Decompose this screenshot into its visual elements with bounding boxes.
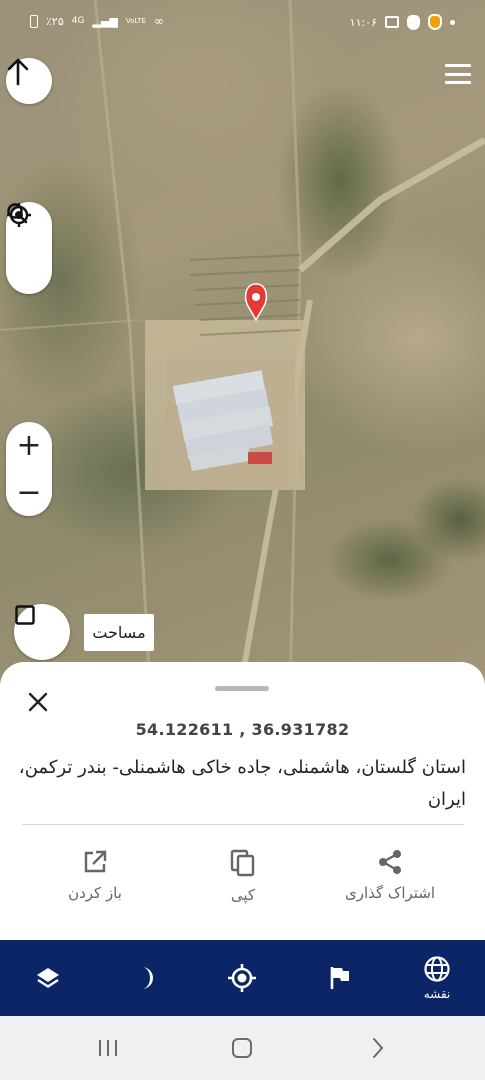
open-external-icon	[84, 850, 107, 873]
search-icon	[7, 203, 28, 224]
area-measure-label[interactable]: مساحت	[84, 614, 154, 651]
nav-flag[interactable]	[310, 940, 370, 1016]
copy-button[interactable]: کپی	[178, 848, 308, 904]
flag-icon	[330, 967, 349, 989]
nav-night-mode[interactable]	[115, 940, 175, 1016]
map-view[interactable]: ٪۲۵ 4G ▂▄▆ VoLTE ∞ ۱۱:۰۶ + − مساحت	[0, 0, 485, 690]
nav-map[interactable]: نقشه	[407, 940, 467, 1016]
satellite-imagery	[0, 0, 485, 690]
share-button[interactable]: اشتراک گذاری	[325, 848, 455, 902]
menu-icon-line	[445, 81, 471, 84]
night-mode-icon	[142, 967, 153, 989]
zoom-controls: + −	[6, 422, 52, 516]
battery-icon	[30, 14, 38, 28]
menu-icon-line	[445, 64, 471, 67]
copy-label: کپی	[230, 886, 256, 904]
status-bar: ٪۲۵ 4G ▂▄▆ VoLTE ∞ ۱۱:۰۶	[0, 0, 485, 44]
open-external-button[interactable]: باز کردن	[30, 848, 160, 902]
zoom-in-button[interactable]: +	[6, 422, 52, 469]
home-icon	[232, 1038, 252, 1058]
bottom-navigation: نقشه	[0, 940, 485, 1016]
nav-my-location[interactable]	[212, 940, 272, 1016]
copy-icon	[230, 849, 255, 877]
search-button[interactable]	[6, 203, 52, 294]
square-icon	[15, 605, 35, 625]
notification-dot-icon	[450, 19, 455, 25]
divider	[22, 824, 464, 825]
gallery-icon	[385, 16, 399, 28]
recent-apps-button[interactable]	[88, 1034, 128, 1062]
address-text: استان گلستان، هاشمنلی، جاده خاکی هاشمنلی…	[18, 757, 466, 810]
back-chevron-icon	[373, 1038, 384, 1058]
network-type: 4G	[71, 16, 85, 26]
nav-map-label: نقشه	[423, 987, 451, 1001]
drag-handle[interactable]	[215, 686, 269, 691]
app-shield-icon	[428, 14, 442, 30]
share-label: اشتراک گذاری	[344, 884, 436, 902]
shield-icon	[407, 14, 420, 30]
north-arrow-icon	[7, 58, 29, 86]
compass-button[interactable]	[6, 58, 52, 104]
layers-icon	[37, 968, 59, 988]
signal-icon: ▂▄▆	[92, 14, 118, 28]
area-measure-button[interactable]	[14, 604, 70, 660]
close-button[interactable]	[24, 688, 52, 716]
globe-icon	[424, 956, 450, 982]
recent-apps-icon	[99, 1040, 117, 1056]
menu-icon-line	[445, 72, 471, 76]
nav-layers[interactable]	[18, 940, 78, 1016]
my-location-icon	[228, 964, 256, 992]
farm-buildings	[172, 370, 274, 472]
location-marker-icon[interactable]	[244, 283, 268, 322]
zoom-out-button[interactable]: −	[6, 469, 52, 516]
locate-search-group	[6, 202, 52, 294]
coordinates-text: 54.122611 , 36.931782	[135, 720, 350, 739]
time: ۱۱:۰۶	[349, 15, 377, 29]
location-details-sheet: 54.122611 , 36.931782 استان گلستان، هاشم…	[0, 662, 485, 940]
close-icon	[28, 692, 48, 712]
open-external-label: باز کردن	[68, 884, 122, 902]
system-navigation-bar	[0, 1016, 485, 1080]
menu-button[interactable]	[445, 64, 471, 84]
home-button[interactable]	[222, 1034, 262, 1062]
volte-label: VoLTE	[125, 17, 146, 25]
battery-level: ٪۲۵	[46, 14, 64, 28]
share-icon	[379, 850, 401, 874]
link-icon: ∞	[154, 14, 164, 28]
back-button[interactable]	[358, 1034, 398, 1062]
